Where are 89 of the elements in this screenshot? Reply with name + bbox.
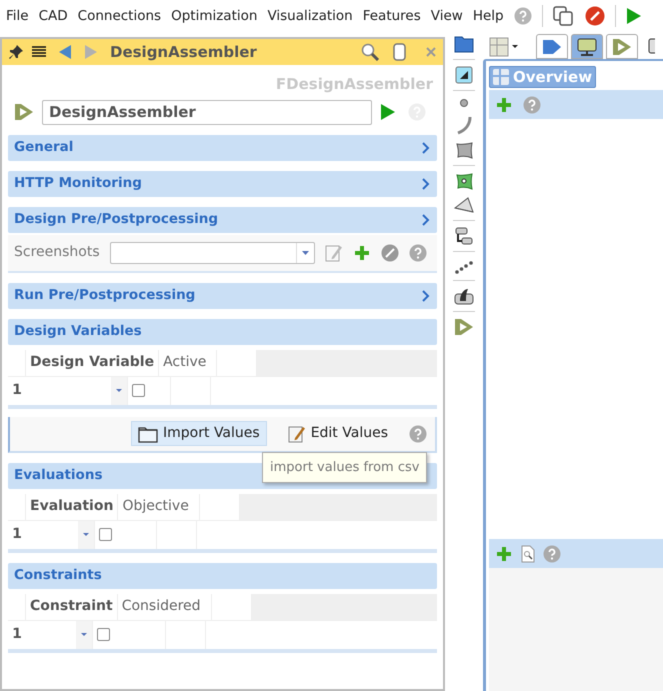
stop-icon[interactable] [584,6,605,26]
add-icon[interactable] [495,544,513,562]
help-icon[interactable] [523,96,541,114]
chevron-icon [421,178,431,190]
menu-item[interactable]: View [430,6,463,26]
caret-icon [302,250,309,254]
section-title: Constraints [14,566,102,586]
disable-icon[interactable] [380,244,399,262]
chevron-icon [421,214,431,226]
section-title: Evaluations [14,466,102,486]
row-number: 1 [11,381,23,400]
help-icon[interactable] [543,544,561,562]
menu-item[interactable]: Features [362,6,421,26]
panel-title: DesignAssembler [110,42,258,63]
section-title: Design Pre/Postprocessing [14,210,218,230]
menu-item[interactable]: Optimization [171,6,258,26]
run-icon[interactable] [626,7,642,25]
section-header[interactable]: Run Pre/Postprocessing [8,282,437,308]
column-header: Objective [118,494,200,520]
caret-icon [81,633,87,636]
solid-icon[interactable] [454,196,474,214]
edit-button[interactable]: Edit Values [280,421,395,446]
import-button[interactable]: Import Values [131,421,267,446]
point-icon[interactable] [458,97,470,109]
section-title: Run Pre/Postprocessing [14,286,196,306]
row-number: 1 [11,625,23,644]
edit-icon [288,424,306,442]
add-icon[interactable] [495,96,513,114]
back-icon[interactable] [58,44,72,60]
search-icon[interactable] [361,43,379,61]
column-header: Design Variable [26,350,160,376]
section-header[interactable]: General [8,134,437,160]
list-icon[interactable] [32,45,46,59]
section-header[interactable]: Constraints [8,562,437,588]
run-icon[interactable] [380,103,396,121]
add-icon[interactable] [352,244,371,262]
section-title: Design Variables [14,322,142,342]
section-title: HTTP Monitoring [14,174,142,194]
grid-icon [493,69,509,85]
checkbox[interactable] [132,384,145,397]
column-header: Evaluation [26,494,118,520]
surface-point-icon[interactable] [455,172,473,190]
layout-icon[interactable] [489,37,519,57]
pin-icon[interactable] [8,44,24,60]
screenshots-dropdown[interactable] [110,242,315,264]
section-header[interactable]: Design Pre/Postprocessing [8,206,437,232]
section-header[interactable]: Design Variables [8,318,437,344]
checkbox[interactable] [99,528,112,541]
page-icon[interactable] [393,43,407,61]
field-label: Screenshots [14,243,100,262]
close-icon[interactable] [425,46,437,58]
menu-item[interactable]: Help [472,6,504,26]
tooltip: import values from csv [262,452,428,483]
section-title: General [14,138,74,158]
help-icon[interactable] [408,244,427,262]
file-search-icon[interactable] [521,544,535,562]
view-tab[interactable] [536,34,568,59]
column-header: Considered [118,594,212,620]
surface-icon[interactable] [455,141,473,159]
copy-icon[interactable] [552,6,573,26]
help-icon[interactable] [409,424,427,442]
caret-icon [116,389,122,392]
shape-icon[interactable] [454,287,474,305]
edit-icon[interactable] [324,244,343,262]
view-tab[interactable] [571,34,603,59]
menu-item[interactable]: Visualization [267,6,353,26]
column-header: Active [159,350,218,376]
section-header[interactable]: HTTP Monitoring [8,170,437,196]
shape-icon [542,38,562,54]
name-field[interactable]: DesignAssembler [42,100,372,124]
dots-icon[interactable] [455,258,473,274]
curve-icon[interactable] [455,115,473,135]
folder-icon [138,424,158,442]
chevron-icon [421,142,431,154]
menu-item[interactable]: File [6,6,29,26]
hierarchy-icon[interactable] [455,227,473,245]
menu-item[interactable]: CAD [38,6,68,26]
checkbox[interactable] [97,628,110,641]
folder-icon[interactable] [454,35,474,53]
chevron-icon [421,290,431,302]
play-icon [612,38,632,56]
component-icon [14,103,34,121]
help-icon[interactable] [514,7,532,25]
select-icon[interactable] [455,66,473,84]
row-number: 1 [11,525,23,544]
column-header: Constraint [26,594,118,620]
caret-icon [83,533,89,536]
play-icon [454,318,474,336]
menu-item[interactable]: Connections [78,6,162,26]
